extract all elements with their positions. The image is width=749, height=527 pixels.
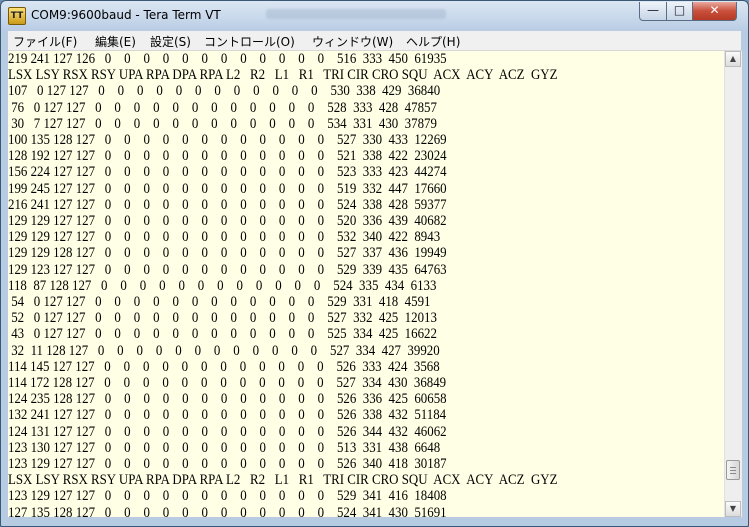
terminal-line: 123 129 127 127 0 0 0 0 0 0 0 0 0 0 0 0 … — [8, 488, 447, 505]
terminal-output[interactable]: 219 241 127 126 0 0 0 0 0 0 0 0 0 0 0 0 … — [8, 51, 724, 517]
terminal-line: 114 172 128 127 0 0 0 0 0 0 0 0 0 0 0 0 … — [8, 375, 447, 391]
thumb-grip-line — [730, 470, 736, 472]
terminal-line: 129 129 127 127 0 0 0 0 0 0 0 0 0 0 0 0 … — [8, 229, 441, 246]
terminal-line: 129 129 127 127 0 0 0 0 0 0 0 0 0 0 0 0 … — [8, 213, 447, 229]
terminal-line: 124 131 127 127 0 0 0 0 0 0 0 0 0 0 0 0 … — [8, 423, 447, 440]
scroll-down-button[interactable]: ▼ — [725, 501, 741, 517]
terminal-line: LSX LSY RSX RSY UPA RPA DPA RPA L2 R2 L1… — [8, 67, 558, 84]
terminal-line: 124 235 128 127 0 0 0 0 0 0 0 0 0 0 0 0 … — [8, 391, 447, 408]
menu-settings[interactable]: 設定(S) — [150, 33, 191, 50]
teraterm-window: TT COM9:9600baud - Tera Term VT — □ ✕ ファ… — [0, 0, 749, 527]
terminal-line: 123 129 127 127 0 0 0 0 0 0 0 0 0 0 0 0 … — [8, 456, 447, 472]
terminal-line: 52 0 127 127 0 0 0 0 0 0 0 0 0 0 0 0 527… — [8, 310, 437, 327]
window-title: COM9:9600baud - Tera Term VT — [31, 8, 221, 22]
menu-file[interactable]: ファイル(F) — [13, 33, 77, 50]
terminal-line: 216 241 127 127 0 0 0 0 0 0 0 0 0 0 0 0 … — [8, 196, 447, 213]
terminal-line: 156 224 127 127 0 0 0 0 0 0 0 0 0 0 0 0 … — [8, 164, 447, 181]
menu-edit[interactable]: 編集(E) — [95, 33, 136, 50]
terminal-line: 76 0 127 127 0 0 0 0 0 0 0 0 0 0 0 0 528… — [8, 99, 437, 116]
terminal-line: 129 123 127 127 0 0 0 0 0 0 0 0 0 0 0 0 … — [8, 261, 447, 278]
minimize-button[interactable]: — — [639, 2, 667, 21]
maximize-button[interactable]: □ — [666, 2, 693, 21]
terminal-line: 128 192 127 127 0 0 0 0 0 0 0 0 0 0 0 0 … — [8, 148, 447, 165]
title-bar[interactable]: TT COM9:9600baud - Tera Term VT — □ ✕ — [1, 1, 748, 31]
title-glass-reflection — [266, 9, 446, 19]
terminal-line: 219 241 127 126 0 0 0 0 0 0 0 0 0 0 0 0 … — [8, 51, 447, 67]
terminal-line: 32 11 128 127 0 0 0 0 0 0 0 0 0 0 0 0 52… — [8, 342, 440, 359]
terminal-line: 132 241 127 127 0 0 0 0 0 0 0 0 0 0 0 0 … — [8, 407, 447, 424]
close-button[interactable]: ✕ — [692, 2, 737, 21]
terminal-line: 123 130 127 127 0 0 0 0 0 0 0 0 0 0 0 0 … — [8, 439, 441, 456]
terminal-line: 100 135 128 127 0 0 0 0 0 0 0 0 0 0 0 0 … — [8, 132, 447, 148]
vertical-scrollbar[interactable]: ▲ ▼ — [724, 51, 742, 517]
menu-control[interactable]: コントロール(O) — [204, 33, 295, 50]
menu-window[interactable]: ウィンドウ(W) — [312, 33, 393, 50]
teraterm-app-icon[interactable]: TT — [8, 7, 26, 25]
terminal-line: LSX LSY RSX RSY UPA RPA DPA RPA L2 R2 L1… — [8, 472, 558, 489]
terminal-line: 30 7 127 127 0 0 0 0 0 0 0 0 0 0 0 0 534… — [8, 115, 437, 132]
terminal-line: 54 0 127 127 0 0 0 0 0 0 0 0 0 0 0 0 529… — [8, 294, 431, 310]
thumb-grip-line — [730, 473, 736, 475]
menu-help[interactable]: ヘルプ(H) — [406, 33, 460, 50]
terminal-line: 199 245 127 127 0 0 0 0 0 0 0 0 0 0 0 0 … — [8, 180, 447, 197]
menu-bar: ファイル(F) 編集(E) 設定(S) コントロール(O) ウィンドウ(W) ヘ… — [8, 31, 741, 51]
terminal-line: 43 0 127 127 0 0 0 0 0 0 0 0 0 0 0 0 525… — [8, 326, 437, 343]
terminal-line: 118 87 128 127 0 0 0 0 0 0 0 0 0 0 0 0 5… — [8, 277, 437, 294]
terminal-line: 114 145 127 127 0 0 0 0 0 0 0 0 0 0 0 0 … — [8, 358, 440, 375]
thumb-grip-line — [730, 467, 736, 469]
terminal-line: 107 0 127 127 0 0 0 0 0 0 0 0 0 0 0 0 53… — [8, 83, 441, 100]
terminal-line: 127 135 128 127 0 0 0 0 0 0 0 0 0 0 0 0 … — [8, 504, 447, 517]
terminal-line: 129 129 128 127 0 0 0 0 0 0 0 0 0 0 0 0 … — [8, 245, 447, 262]
scrollbar-thumb[interactable] — [726, 460, 740, 481]
scroll-up-button[interactable]: ▲ — [725, 51, 741, 67]
